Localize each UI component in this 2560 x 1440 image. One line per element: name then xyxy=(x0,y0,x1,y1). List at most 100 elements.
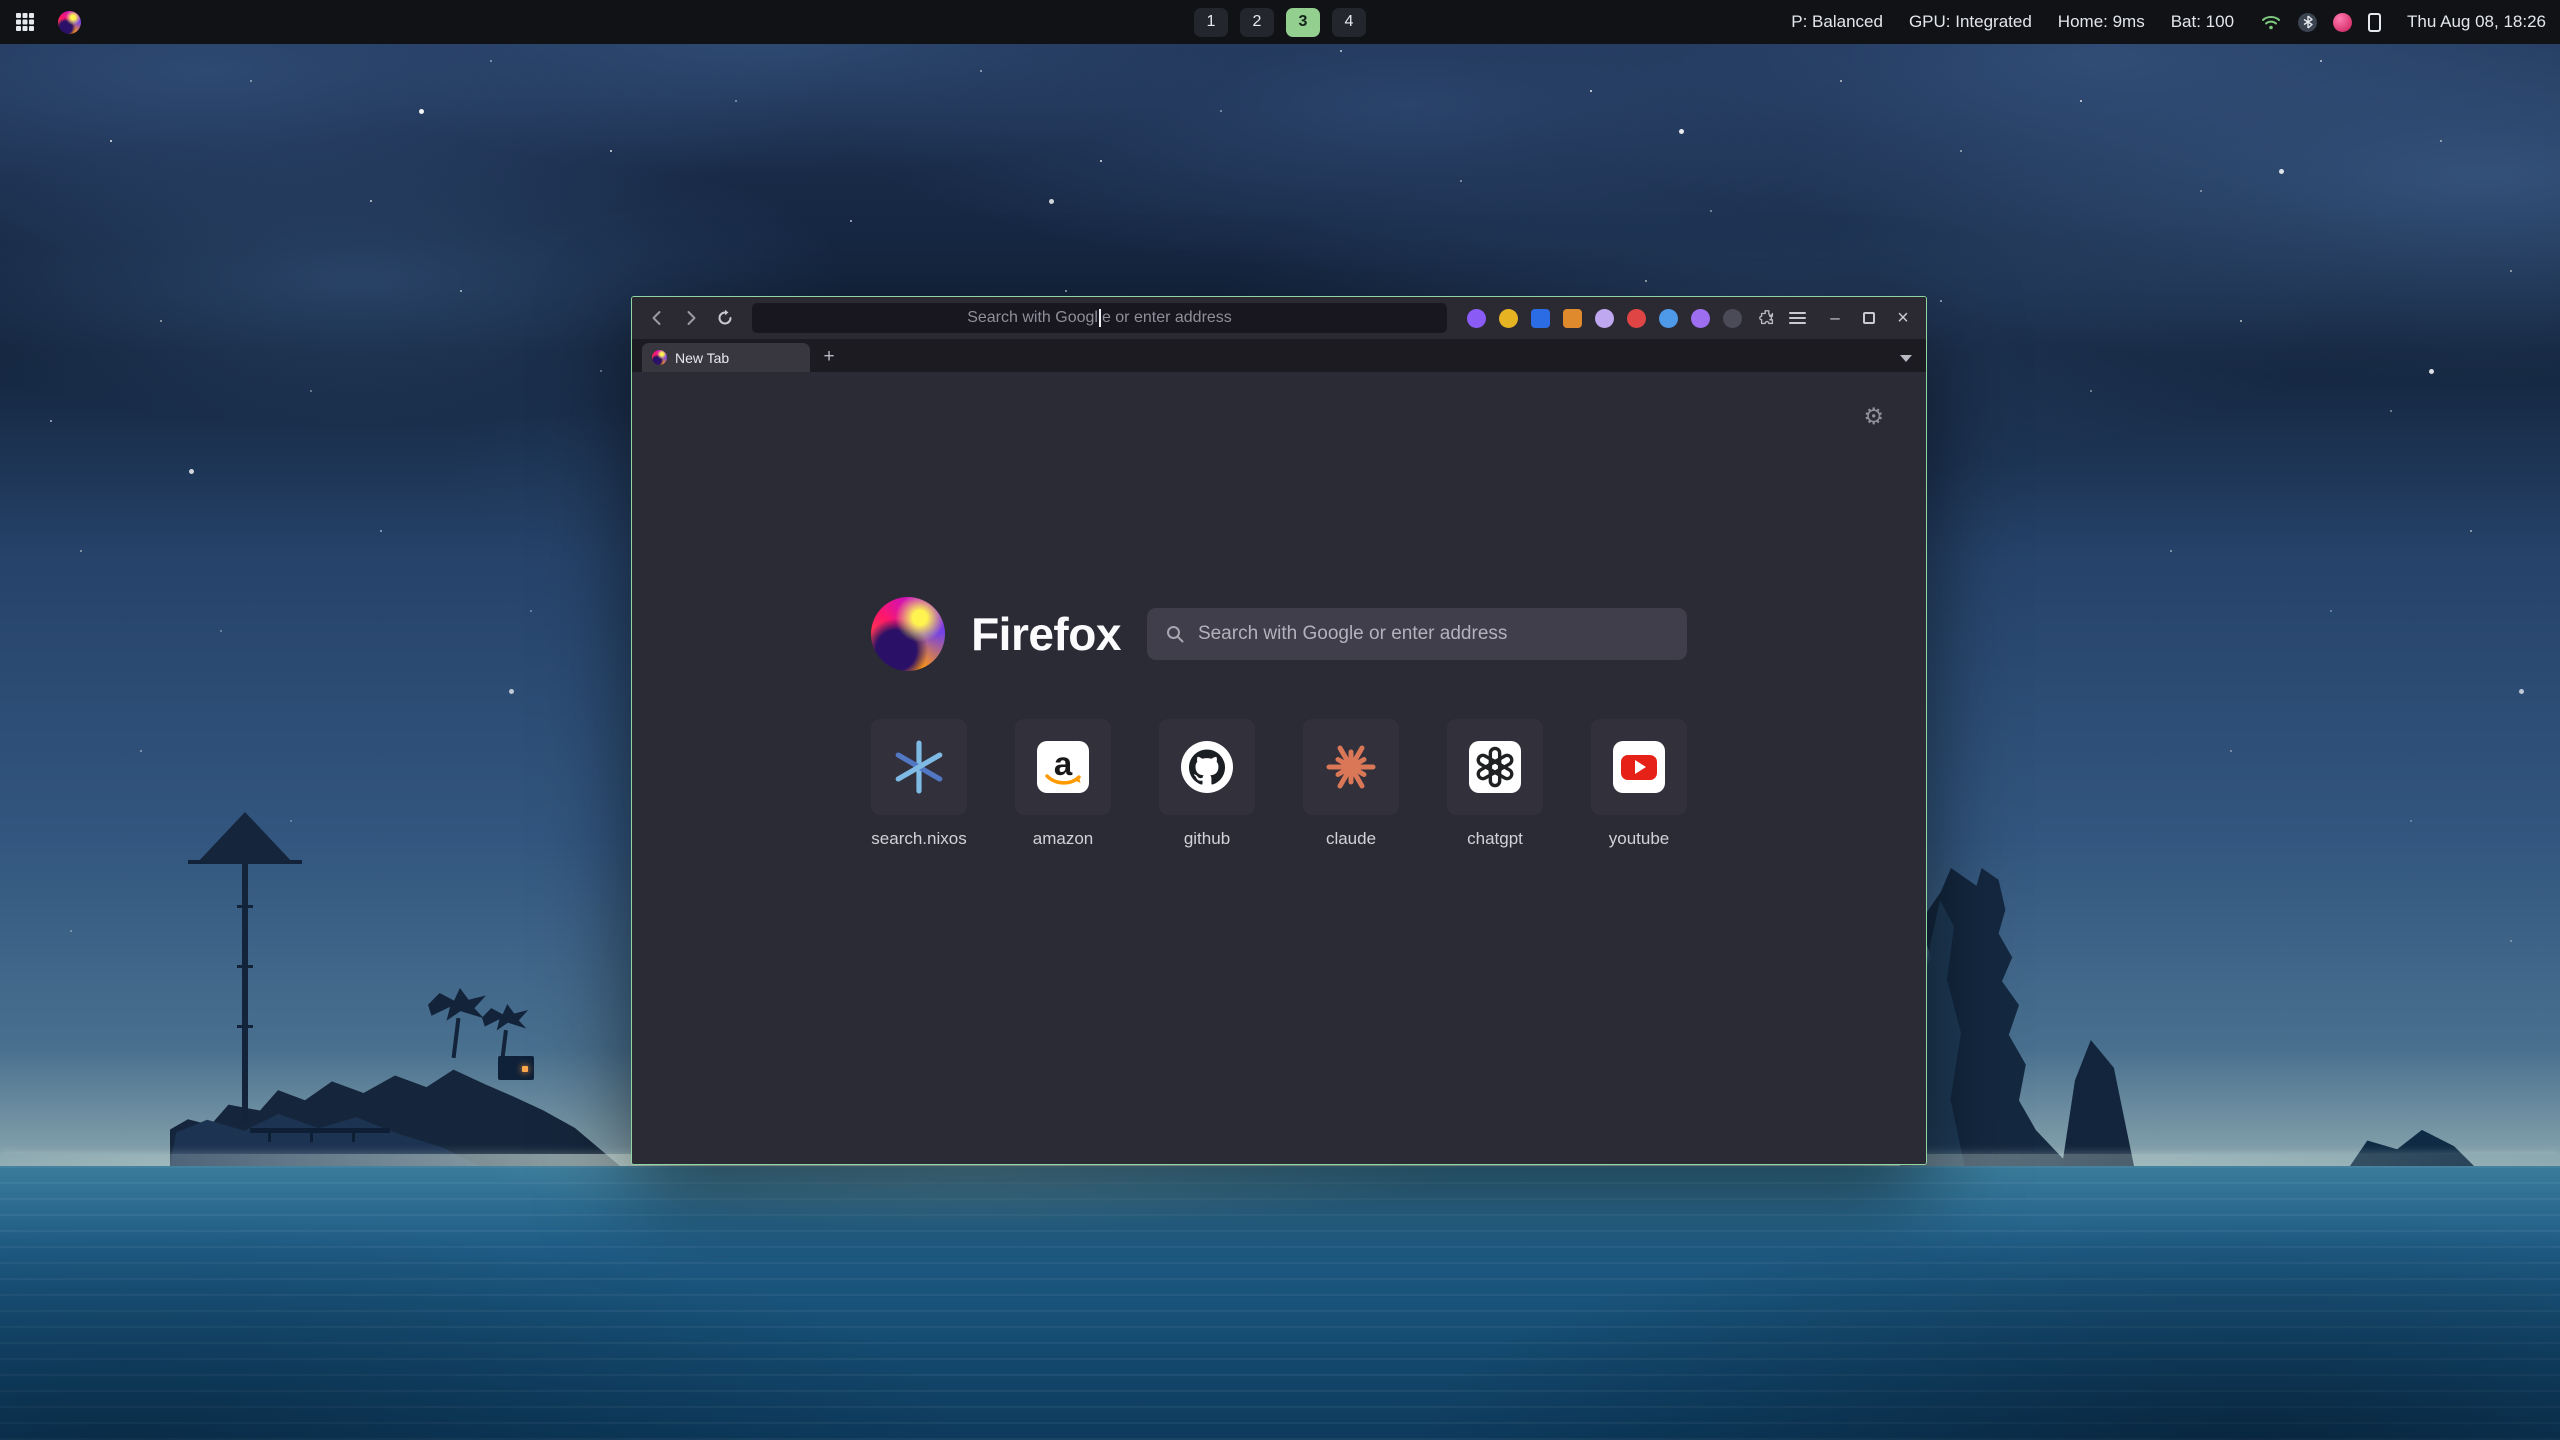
extension-violet-icon[interactable] xyxy=(1691,309,1710,328)
wifi-icon[interactable] xyxy=(2260,11,2282,33)
shortcut-chatgpt[interactable]: chatgpt xyxy=(1447,719,1543,849)
github-octocat-icon xyxy=(1181,741,1233,793)
tab-title: New Tab xyxy=(675,350,729,366)
shortcut-label: claude xyxy=(1326,829,1376,849)
shortcut-label: youtube xyxy=(1609,829,1670,849)
battery-status: Bat: 100 xyxy=(2171,12,2234,32)
bluetooth-icon[interactable] xyxy=(2298,13,2317,32)
shortcut-tile: a xyxy=(1015,719,1111,815)
watchtower-pole xyxy=(242,840,248,1122)
firefox-window: Search with Googl e or enter address – xyxy=(631,296,1927,1165)
maximize-button[interactable] xyxy=(1856,305,1882,331)
firefox-icon[interactable] xyxy=(58,11,81,34)
forward-button[interactable] xyxy=(676,303,706,333)
status-readouts: P: Balanced GPU: Integrated Home: 9ms Ba… xyxy=(1791,12,2234,32)
shortcut-label: search.nixos xyxy=(871,829,966,849)
shortcut-amazon[interactable]: a amazon xyxy=(1015,719,1111,849)
firefox-wordmark: Firefox xyxy=(971,607,1121,661)
shortcut-github[interactable]: github xyxy=(1159,719,1255,849)
shortcut-tile xyxy=(1159,719,1255,815)
new-tab-button[interactable]: + xyxy=(816,344,842,370)
workspace-4[interactable]: 4 xyxy=(1332,8,1366,37)
menu-hamburger-icon[interactable] xyxy=(1784,305,1810,331)
personalize-gear-icon[interactable]: ⚙ xyxy=(1863,406,1884,429)
extension-red-icon[interactable] xyxy=(1627,309,1646,328)
firefox-logo xyxy=(871,597,945,671)
tab-list-dropdown-icon[interactable] xyxy=(1900,355,1912,362)
firefox-favicon xyxy=(652,350,667,365)
pier-post xyxy=(352,1131,355,1142)
urlbar-placeholder-left: Search with Googl xyxy=(967,309,1098,327)
search-icon xyxy=(1165,624,1185,644)
topbar-right: P: Balanced GPU: Integrated Home: 9ms Ba… xyxy=(1791,11,2546,33)
urlbar-placeholder-right: e or enter address xyxy=(1102,309,1232,327)
shortcut-claude[interactable]: claude xyxy=(1303,719,1399,849)
workspace-3[interactable]: 3 xyxy=(1286,8,1320,37)
new-tab-page: ⚙ Firefox xyxy=(632,372,1926,1164)
device-icon[interactable] xyxy=(2368,13,2381,32)
minimize-button[interactable]: – xyxy=(1822,305,1848,331)
extension-purple-icon[interactable] xyxy=(1467,309,1486,328)
newtab-hero: Firefox xyxy=(632,597,1926,671)
watchtower-platform xyxy=(188,860,302,864)
shortcut-label: amazon xyxy=(1033,829,1093,849)
color-profile-icon[interactable] xyxy=(2333,13,2352,32)
extension-yellow-icon[interactable] xyxy=(1499,309,1518,328)
shortcut-tile xyxy=(871,719,967,815)
shortcut-label: chatgpt xyxy=(1467,829,1523,849)
workspace-switcher: 1 2 3 4 xyxy=(1194,8,1366,37)
back-button[interactable] xyxy=(642,303,672,333)
power-profile-status: P: Balanced xyxy=(1791,12,1883,32)
workspace-1[interactable]: 1 xyxy=(1194,8,1228,37)
shortcut-tile xyxy=(1447,719,1543,815)
tab-strip: New Tab + xyxy=(632,339,1926,372)
url-bar[interactable]: Search with Googl e or enter address xyxy=(752,303,1447,333)
extension-blue-icon[interactable] xyxy=(1531,309,1550,328)
topbar-left xyxy=(14,11,81,34)
latency-status: Home: 9ms xyxy=(2058,12,2145,32)
watchtower-canopy xyxy=(196,812,294,864)
hut-window-light xyxy=(522,1066,528,1072)
watchtower-rung xyxy=(237,1025,253,1028)
claude-starburst-icon xyxy=(1325,741,1377,793)
pier-post xyxy=(310,1131,313,1142)
small-cliff xyxy=(2062,1040,2134,1166)
wallpaper-ocean xyxy=(0,1166,2560,1440)
reload-button[interactable] xyxy=(710,303,740,333)
amazon-icon: a xyxy=(1037,741,1089,793)
desktop: 1 2 3 4 P: Balanced GPU: Integrated Home… xyxy=(0,0,2560,1440)
extension-icons xyxy=(1467,309,1742,328)
hut xyxy=(498,1056,534,1080)
shortcut-grid: search.nixos a amazon xyxy=(632,719,1926,849)
extension-orange-icon[interactable] xyxy=(1563,309,1582,328)
extension-skyblue-icon[interactable] xyxy=(1659,309,1678,328)
close-button[interactable]: × xyxy=(1890,305,1916,331)
extension-lavender-icon[interactable] xyxy=(1595,309,1614,328)
newtab-search-input[interactable] xyxy=(1198,623,1669,645)
extension-dark-icon[interactable] xyxy=(1723,309,1742,328)
window-controls: – × xyxy=(1822,305,1916,331)
maximize-icon xyxy=(1863,312,1875,324)
youtube-play-icon xyxy=(1613,741,1665,793)
nixos-snowflake-icon xyxy=(892,740,946,794)
workspace-2[interactable]: 2 xyxy=(1240,8,1274,37)
newtab-search-box[interactable] xyxy=(1147,608,1687,660)
topbar: 1 2 3 4 P: Balanced GPU: Integrated Home… xyxy=(0,0,2560,44)
shortcut-search-nixos[interactable]: search.nixos xyxy=(871,719,967,849)
app-launcher-grid-icon[interactable] xyxy=(14,11,36,33)
tab-new-tab[interactable]: New Tab xyxy=(642,343,810,372)
text-caret xyxy=(1099,309,1101,327)
system-tray xyxy=(2260,11,2381,33)
watchtower-rung xyxy=(237,965,253,968)
clock: Thu Aug 08, 18:26 xyxy=(2407,12,2546,32)
shortcut-tile xyxy=(1591,719,1687,815)
palm-trunk xyxy=(452,1018,461,1058)
shortcut-youtube[interactable]: youtube xyxy=(1591,719,1687,849)
openai-knot-icon xyxy=(1469,741,1521,793)
watchtower-rung xyxy=(237,905,253,908)
pier-post xyxy=(268,1131,271,1142)
extensions-puzzle-icon[interactable] xyxy=(1754,305,1780,331)
shortcut-label: github xyxy=(1184,829,1230,849)
browser-toolbar: Search with Googl e or enter address – xyxy=(632,297,1926,339)
shortcut-tile xyxy=(1303,719,1399,815)
